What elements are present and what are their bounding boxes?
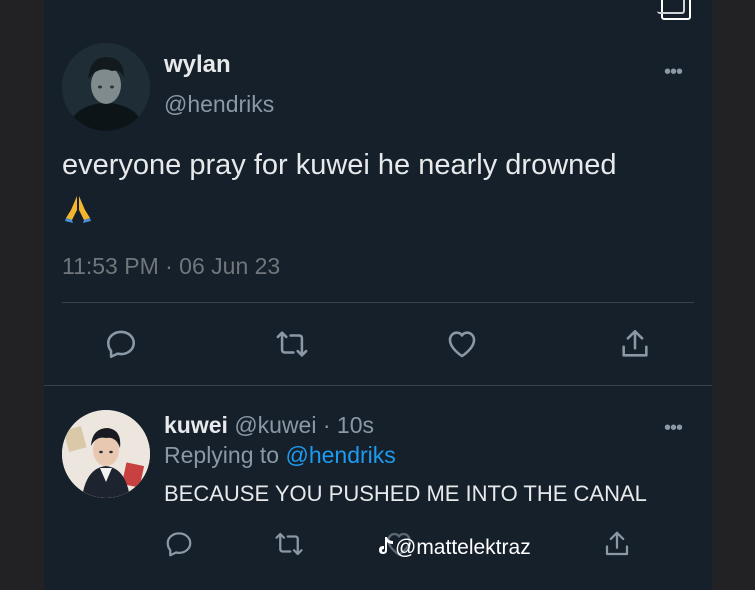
- reply-reply-icon[interactable]: [164, 529, 194, 559]
- retweet-icon[interactable]: [275, 327, 309, 361]
- tiktok-watermark: @mattelektraz: [377, 536, 531, 560]
- reply-header: kuwei @kuwei · 10s: [164, 412, 374, 439]
- tweet-timestamp[interactable]: 11:53 PM · 06 Jun 23: [62, 253, 280, 280]
- divider: [44, 385, 712, 386]
- pray-emoji-icon: [62, 192, 94, 224]
- user-handle[interactable]: @hendriks: [164, 91, 274, 118]
- reply-retweet-icon[interactable]: [274, 529, 304, 559]
- divider: [62, 302, 694, 303]
- display-name[interactable]: wylan: [164, 51, 231, 79]
- reply-more-options-icon[interactable]: •••: [664, 418, 683, 438]
- replying-to-mention[interactable]: @hendriks: [285, 442, 395, 468]
- reply-share-icon[interactable]: [602, 529, 632, 559]
- copy-icon[interactable]: [657, 0, 691, 20]
- reply-handle-time[interactable]: @kuwei · 10s: [234, 412, 374, 438]
- tweet-text: everyone pray for kuwei he nearly drowne…: [62, 149, 617, 181]
- reply-avatar[interactable]: [62, 410, 150, 498]
- more-options-icon[interactable]: •••: [664, 62, 683, 82]
- reply-text: BECAUSE YOU PUSHED ME INTO THE CANAL: [164, 481, 647, 506]
- watermark-text: @mattelektraz: [395, 536, 531, 559]
- avatar[interactable]: [62, 43, 150, 131]
- reply-icon[interactable]: [104, 327, 138, 361]
- like-icon[interactable]: [445, 327, 479, 361]
- replying-to-prefix: Replying to: [164, 442, 280, 468]
- reply-display-name[interactable]: kuwei: [164, 412, 228, 438]
- tiktok-icon: [377, 536, 395, 556]
- replying-to: Replying to @hendriks: [164, 442, 396, 469]
- share-icon[interactable]: [618, 327, 652, 361]
